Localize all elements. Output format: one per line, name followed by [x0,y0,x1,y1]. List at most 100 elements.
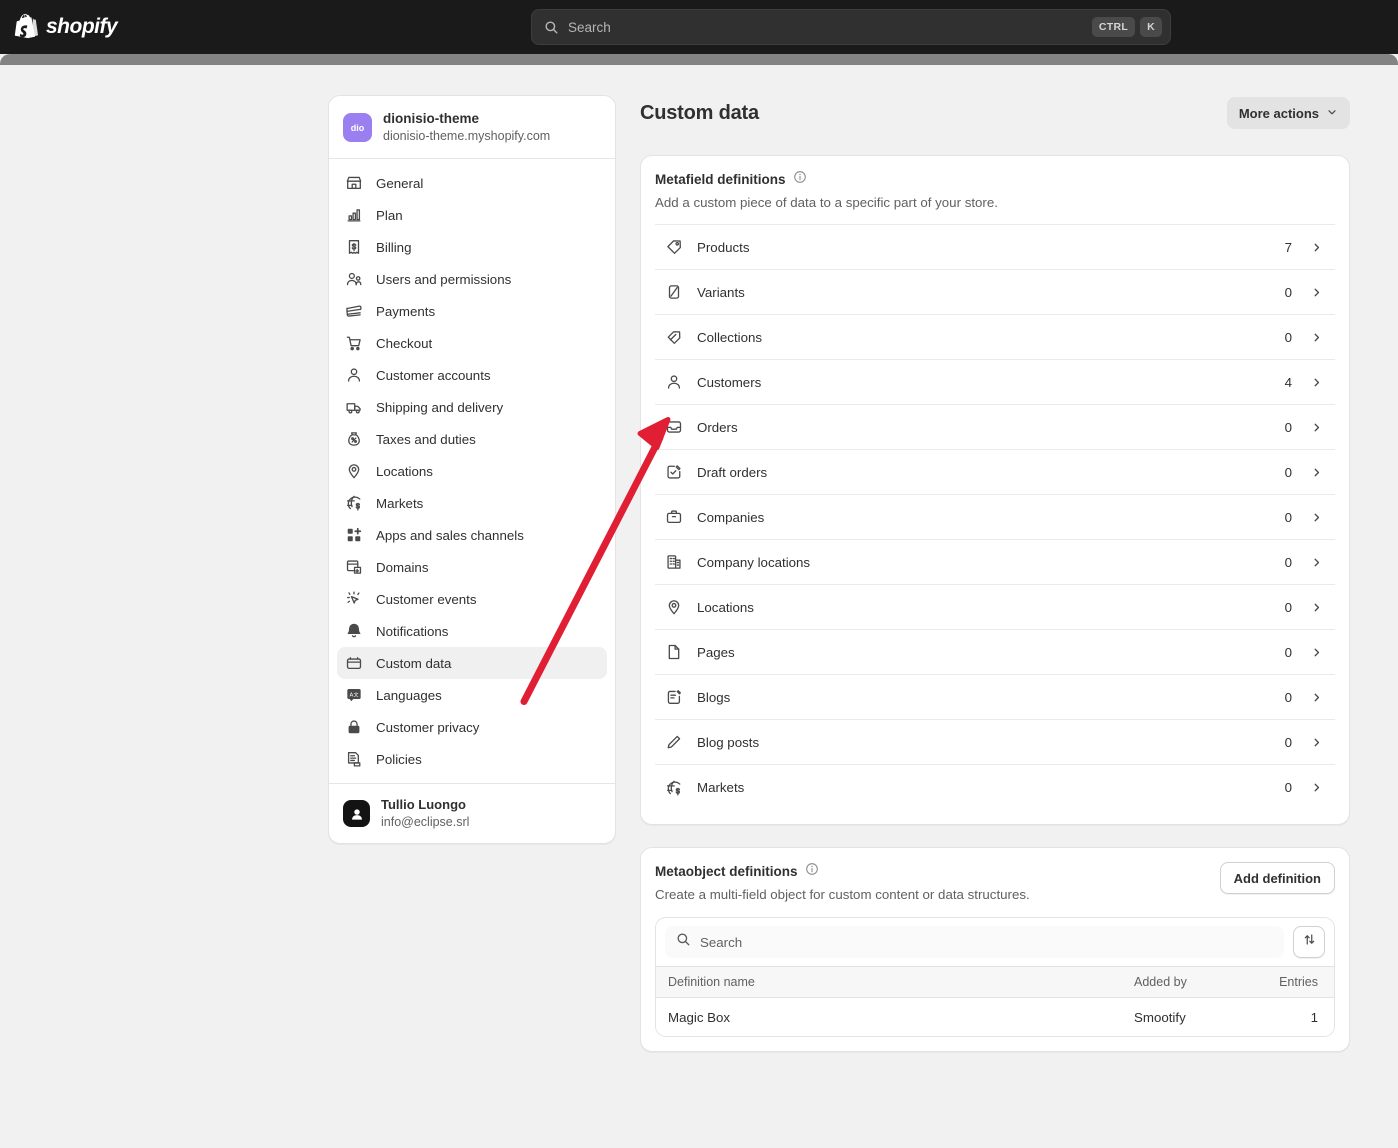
metafield-row-label: Draft orders [697,465,1285,480]
add-definition-button[interactable]: Add definition [1220,862,1335,894]
sort-button[interactable] [1293,926,1325,958]
metafield-row-pages[interactable]: Pages0 [655,630,1335,675]
metafield-row-count: 0 [1285,600,1292,615]
main-content: Custom data More actions Metafield defin… [640,95,1350,1052]
metaobject-definition-name: Magic Box [668,1010,1134,1025]
sidebar-item-users-and-permissions[interactable]: Users and permissions [337,263,607,295]
user-account-footer[interactable]: Tullio Luongo info@eclipse.srl [329,783,615,843]
metafield-row-count: 0 [1285,555,1292,570]
metafield-row-count: 0 [1285,465,1292,480]
sidebar-item-custom-data[interactable]: Custom data [337,647,607,679]
info-circle-icon[interactable] [793,170,807,189]
loading-bar [0,54,1398,65]
metafield-row-blogs[interactable]: Blogs0 [655,675,1335,720]
metafield-row-label: Products [697,240,1285,255]
sidebar-item-label: Notifications [376,624,448,639]
sidebar-item-customer-privacy[interactable]: Customer privacy [337,711,607,743]
person-icon [345,366,363,384]
sidebar-item-policies[interactable]: Policies [337,743,607,775]
metafield-row-company-locations[interactable]: Company locations0 [655,540,1335,585]
metaobject-definitions-card: Metaobject definitions Create a multi-fi… [640,847,1350,1052]
chevron-right-icon [1310,331,1323,344]
metafield-row-products[interactable]: Products7 [655,225,1335,270]
location-pin-icon [345,462,363,480]
metaobject-table-row[interactable]: Magic BoxSmootify1 [656,998,1334,1036]
tax-money-bag-icon [345,430,363,448]
chevron-right-icon [1310,286,1323,299]
top-bar: shopify Search CTRL K [0,0,1398,54]
chevron-right-icon [1310,646,1323,659]
sidebar-item-taxes-and-duties[interactable]: Taxes and duties [337,423,607,455]
shopify-logo[interactable]: shopify [14,13,117,41]
location-pin-icon [665,598,683,616]
metafield-row-orders[interactable]: Orders0 [655,405,1335,450]
page-icon [665,643,683,661]
settings-sidebar: dio dionisio-theme dionisio-theme.myshop… [328,95,616,844]
metaobject-table: Search Definition name Added by [655,917,1335,1037]
payment-card-icon [345,302,363,320]
chevron-right-icon [1310,691,1323,704]
sidebar-item-label: Markets [376,496,423,511]
sidebar-item-locations[interactable]: Locations [337,455,607,487]
sidebar-item-checkout[interactable]: Checkout [337,327,607,359]
sidebar-item-label: Taxes and duties [376,432,476,447]
sidebar-item-shipping-and-delivery[interactable]: Shipping and delivery [337,391,607,423]
sidebar-item-customer-accounts[interactable]: Customer accounts [337,359,607,391]
metafield-section-title: Metafield definitions [655,172,786,187]
sidebar-item-notifications[interactable]: Notifications [337,615,607,647]
sidebar-item-general[interactable]: General [337,167,607,199]
draft-order-icon [665,463,683,481]
sidebar-item-apps-and-sales-channels[interactable]: Apps and sales channels [337,519,607,551]
metafield-row-count: 0 [1285,645,1292,660]
metaobject-header-row: Metaobject definitions Create a multi-fi… [655,862,1335,902]
metafield-row-customers[interactable]: Customers4 [655,360,1335,405]
sidebar-item-label: Policies [376,752,422,767]
chevron-down-icon [1326,106,1338,121]
policy-document-icon [345,750,363,768]
metafield-row-companies[interactable]: Companies0 [655,495,1335,540]
metafield-row-blog-posts[interactable]: Blog posts0 [655,720,1335,765]
metafield-row-variants[interactable]: Variants0 [655,270,1335,315]
sidebar-nav-list: General PlanBilling Users and permissions P… [329,159,615,783]
metafield-row-label: Variants [697,285,1285,300]
variant-icon [665,283,683,301]
more-actions-button[interactable]: More actions [1227,97,1350,129]
store-url: dionisio-theme.myshopify.com [383,128,550,145]
store-icon [345,174,363,192]
page-body: dio dionisio-theme dionisio-theme.myshop… [0,65,1398,1083]
metafield-row-label: Collections [697,330,1285,345]
chevron-right-icon [1310,601,1323,614]
metafield-row-count: 4 [1285,375,1292,390]
sidebar-item-label: Locations [376,464,433,479]
briefcase-icon [665,508,683,526]
sidebar-item-label: General [376,176,423,191]
sidebar-item-payments[interactable]: Payments [337,295,607,327]
metafield-row-draft-orders[interactable]: Draft orders0 [655,450,1335,495]
store-header[interactable]: dio dionisio-theme dionisio-theme.myshop… [329,96,615,159]
sidebar-item-billing[interactable]: Billing [337,231,607,263]
shortcut-ctrl-key: CTRL [1092,17,1135,37]
domain-window-icon [345,558,363,576]
sidebar-item-plan[interactable]: Plan [337,199,607,231]
metafield-row-label: Locations [697,600,1285,615]
user-email: info@eclipse.srl [381,814,469,830]
chevron-right-icon [1310,421,1323,434]
metafield-row-markets[interactable]: Markets0 [655,765,1335,810]
metafield-row-label: Pages [697,645,1285,660]
metafield-row-locations[interactable]: Locations0 [655,585,1335,630]
info-circle-icon[interactable] [805,862,819,881]
metafield-row-collections[interactable]: Collections0 [655,315,1335,360]
metaobject-search-input[interactable]: Search [665,926,1284,958]
sidebar-item-label: Domains [376,560,428,575]
page-title: Custom data [640,102,759,125]
sidebar-item-customer-events[interactable]: Customer events [337,583,607,615]
sidebar-item-label: Users and permissions [376,272,511,287]
users-icon [345,270,363,288]
global-search-input[interactable]: Search CTRL K [531,9,1171,45]
sidebar-item-domains[interactable]: Domains [337,551,607,583]
chevron-right-icon [1310,241,1323,254]
bell-icon [345,622,363,640]
sidebar-item-markets[interactable]: Markets [337,487,607,519]
sidebar-item-languages[interactable]: A文Languages [337,679,607,711]
metafields-icon [345,654,363,672]
